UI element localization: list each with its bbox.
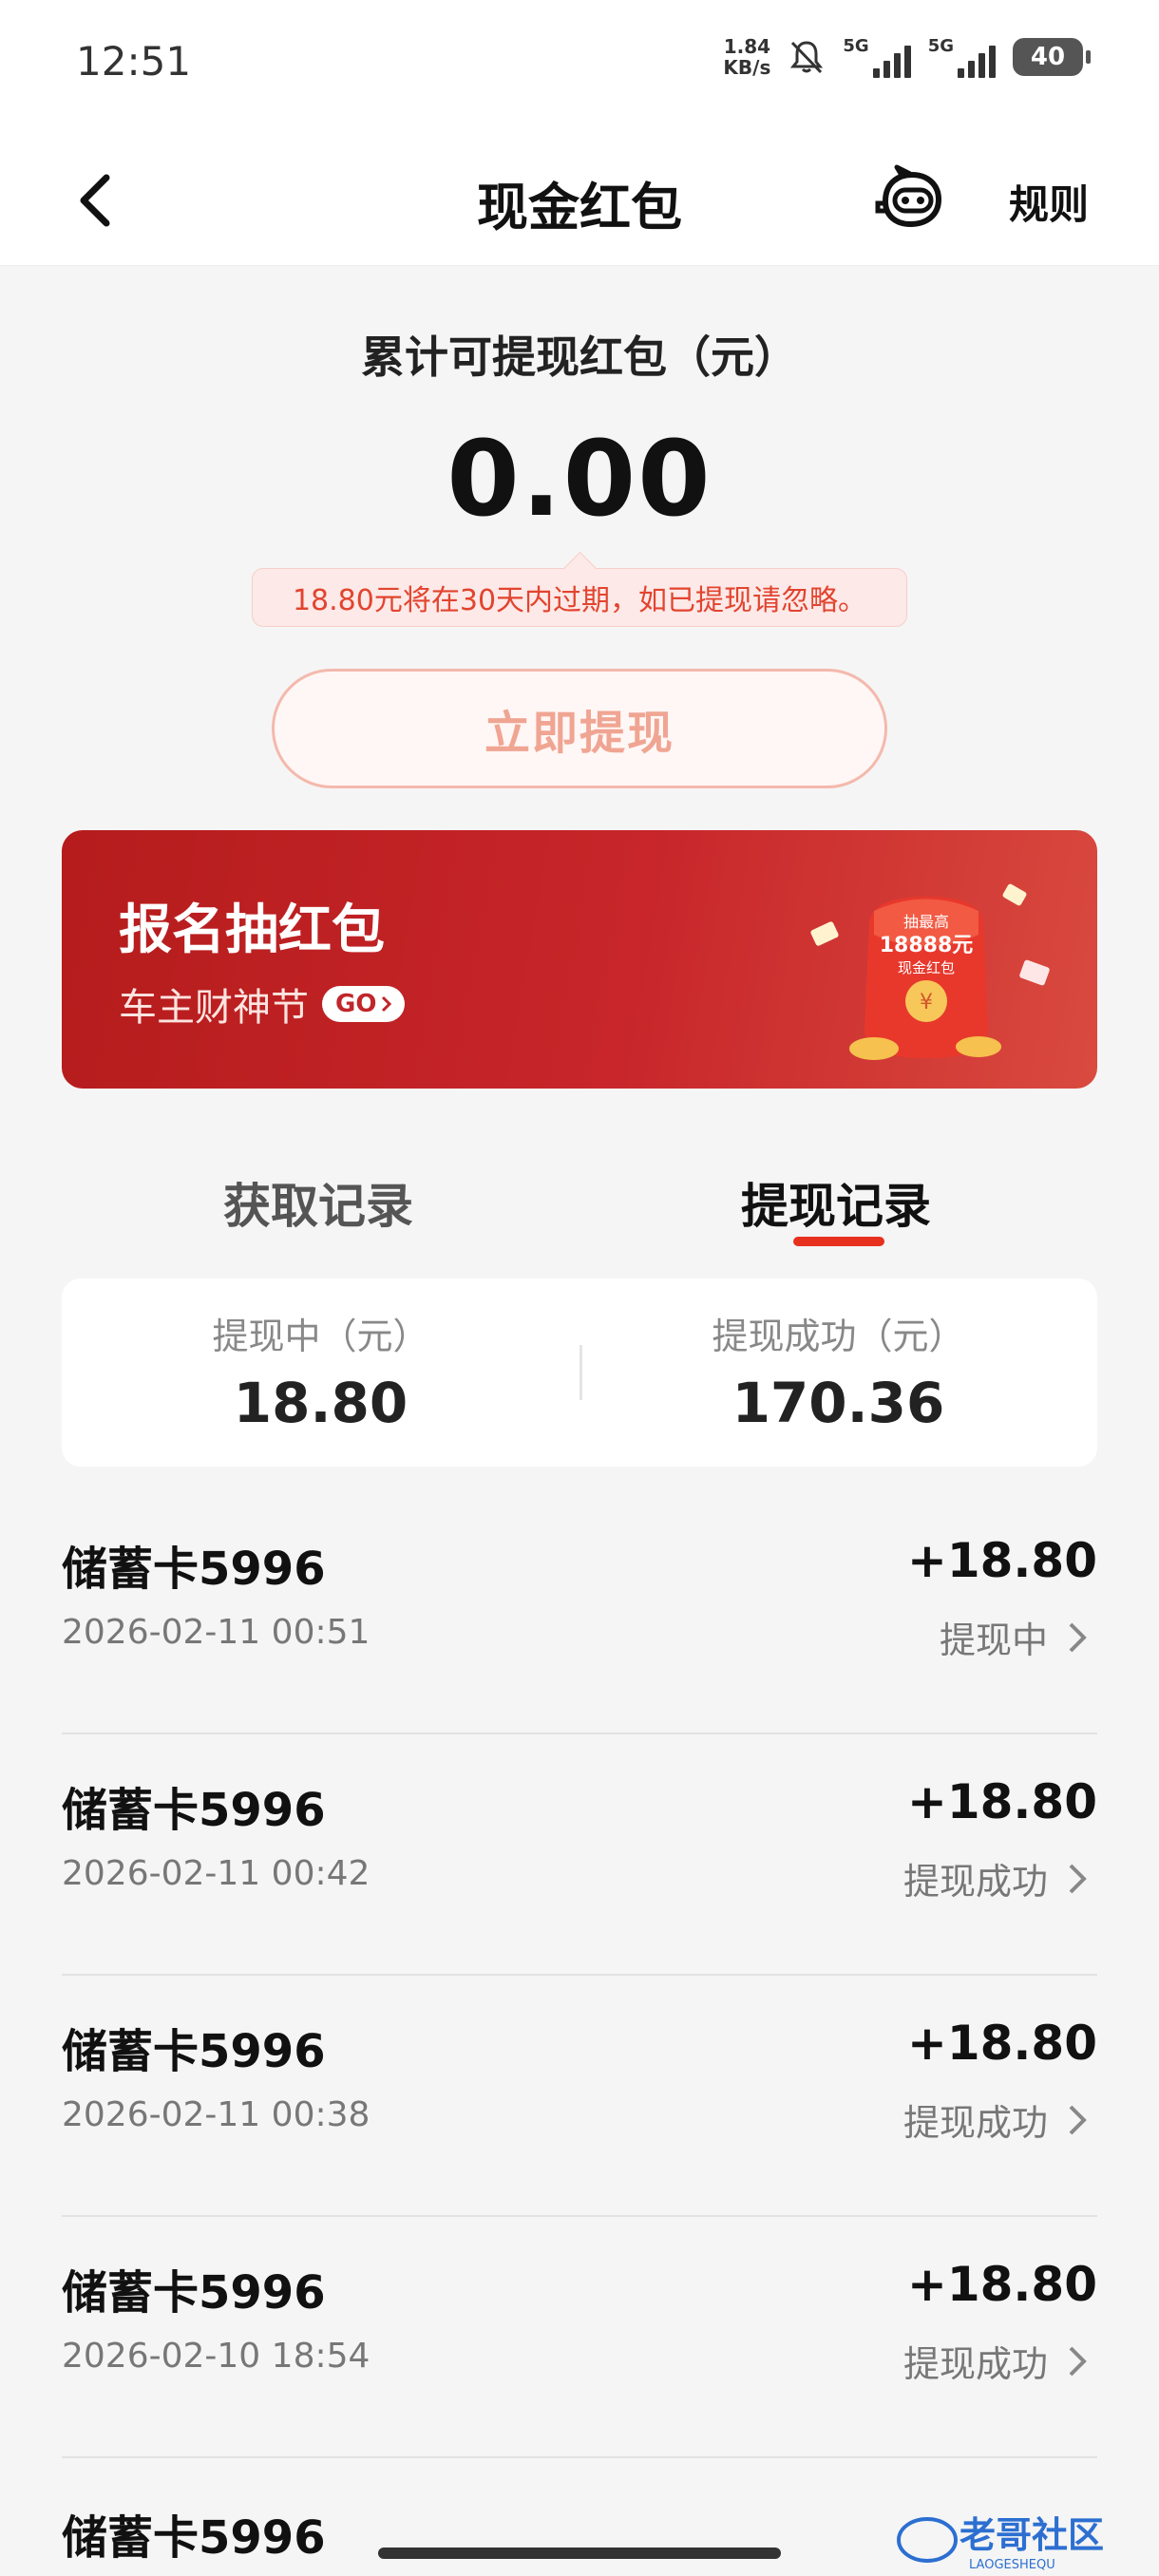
- record-date: 2026-02-11 00:38: [62, 2095, 370, 2134]
- signal-sim2-label: 5G: [927, 36, 954, 56]
- rules-link[interactable]: 规则: [1009, 173, 1089, 231]
- nav-bar: 现金红包 规则: [0, 133, 1159, 266]
- bell-muted-icon: [790, 41, 824, 74]
- chevron-right-icon: [382, 995, 392, 1013]
- success-label: 提现成功（元）: [712, 1316, 965, 1357]
- withdraw-record-row-partial[interactable]: 储蓄卡5996: [62, 2500, 727, 2576]
- withdraw-record-row[interactable]: 储蓄卡5996 2026-02-11 00:42 +18.80 提现成功: [62, 1734, 1097, 1976]
- record-status-label: 提现中: [939, 1619, 1048, 1661]
- status-icons: 1.84 KB/s 5G 5G 40: [723, 36, 1091, 78]
- svg-text:¥: ¥: [920, 991, 933, 1014]
- withdraw-record-row[interactable]: 储蓄卡5996 2026-02-10 18:54 +18.80 提现成功: [62, 2217, 1097, 2458]
- network-speed: 1.84 KB/s: [723, 36, 770, 78]
- promo-art-line1: 抽最高: [903, 913, 949, 931]
- network-speed-value: 1.84: [723, 35, 771, 58]
- record-amount: +18.80: [906, 1533, 1097, 1588]
- promo-art-line2: 18888元: [880, 934, 974, 957]
- watermark-logo: 老哥社区 LAOGESHEQU: [897, 2514, 1104, 2572]
- record-status: 提现成功: [903, 2335, 1097, 2387]
- record-amount: +18.80: [906, 1774, 1097, 1829]
- go-label: GO: [335, 990, 377, 1018]
- watermark-sub: LAOGESHEQU: [969, 2558, 1055, 2572]
- promo-subtitle: 车主财神节: [119, 986, 309, 1030]
- success-value: 170.36: [732, 1371, 945, 1435]
- withdraw-record-row[interactable]: 储蓄卡5996 2026-02-11 00:51 +18.80 提现中: [62, 1493, 1097, 1734]
- balance-amount: 0.00: [446, 418, 712, 540]
- robot-assistant-icon: [875, 164, 942, 228]
- record-status: 提现成功: [903, 1852, 1097, 1904]
- signal-bars-icon: [958, 44, 996, 78]
- go-button[interactable]: GO: [322, 986, 406, 1022]
- record-date: 2026-02-11 00:51: [62, 1613, 370, 1652]
- withdraw-record-row[interactable]: 储蓄卡5996 2026-02-11 00:38 +18.80 提现成功: [62, 1976, 1097, 2217]
- record-status-label: 提现成功: [902, 2343, 1048, 2385]
- withdraw-summary-card: 提现中（元） 18.80 提现成功（元） 170.36: [62, 1279, 1097, 1467]
- signal-sim1-label: 5G: [843, 36, 869, 56]
- withdraw-now-button[interactable]: 立即提现: [272, 669, 887, 788]
- record-tabs: 获取记录 提现记录: [62, 1142, 1097, 1256]
- balance-label: 累计可提现红包（元）: [361, 331, 798, 383]
- tab-get-records[interactable]: 获取记录: [223, 1168, 413, 1237]
- chevron-right-icon: [1069, 1864, 1087, 1893]
- record-status: 提现中: [940, 1611, 1097, 1663]
- battery-level: 40: [1030, 43, 1066, 71]
- record-card-title: 储蓄卡5996: [62, 1543, 326, 1596]
- tab-withdraw-records[interactable]: 提现记录: [741, 1168, 931, 1237]
- red-envelope-jar-icon: ¥ 抽最高 18888元 现金红包: [810, 883, 1050, 1060]
- pending-summary: 提现中（元） 18.80: [62, 1307, 580, 1435]
- watermark-text: 老哥社区: [960, 2514, 1104, 2556]
- pending-label: 提现中（元）: [212, 1316, 429, 1357]
- promo-subtitle-row: 车主财神节 GO: [119, 976, 406, 1032]
- success-summary: 提现成功（元） 170.36: [580, 1307, 1097, 1435]
- record-card-title: 储蓄卡5996: [62, 2511, 326, 2565]
- promo-art-line3: 现金红包: [898, 959, 955, 976]
- record-status: 提现成功: [903, 2093, 1097, 2146]
- battery-icon: 40: [1013, 38, 1091, 76]
- signal-sim2: 5G: [928, 36, 996, 78]
- page-title: 现金红包: [477, 178, 682, 237]
- status-bar: 12:51 1.84 KB/s 5G 5G 40: [0, 0, 1159, 133]
- expire-notice: 18.80元将在30天内过期，如已提现请忽略。: [252, 568, 907, 627]
- expire-notice-text: 18.80元将在30天内过期，如已提现请忽略。: [292, 584, 867, 617]
- active-tab-indicator: [793, 1237, 884, 1246]
- pending-value: 18.80: [233, 1371, 408, 1435]
- record-date: 2026-02-10 18:54: [62, 2337, 370, 2376]
- promo-title: 报名抽红包: [119, 900, 385, 961]
- signal-sim1: 5G: [843, 36, 911, 78]
- record-date: 2026-02-11 00:42: [62, 1854, 370, 1893]
- status-time: 12:51: [76, 38, 192, 85]
- chevron-right-icon: [1069, 1622, 1087, 1652]
- customer-service-button[interactable]: [872, 163, 948, 236]
- promo-banner[interactable]: 报名抽红包 车主财神节 GO ¥ 抽最高 18888元 现金红包: [62, 830, 1097, 1089]
- signal-bars-icon: [872, 44, 911, 78]
- record-status-label: 提现成功: [902, 2102, 1048, 2144]
- chevron-right-icon: [1069, 2346, 1087, 2376]
- record-amount: +18.80: [906, 2016, 1097, 2071]
- record-status-label: 提现成功: [902, 1861, 1048, 1903]
- record-amount: +18.80: [906, 2257, 1097, 2312]
- record-card-title: 储蓄卡5996: [62, 2025, 326, 2078]
- home-indicator[interactable]: [378, 2548, 781, 2559]
- network-speed-unit: KB/s: [723, 56, 771, 79]
- chevron-right-icon: [1069, 2105, 1087, 2134]
- record-card-title: 储蓄卡5996: [62, 2266, 326, 2320]
- record-card-title: 储蓄卡5996: [62, 1784, 326, 1837]
